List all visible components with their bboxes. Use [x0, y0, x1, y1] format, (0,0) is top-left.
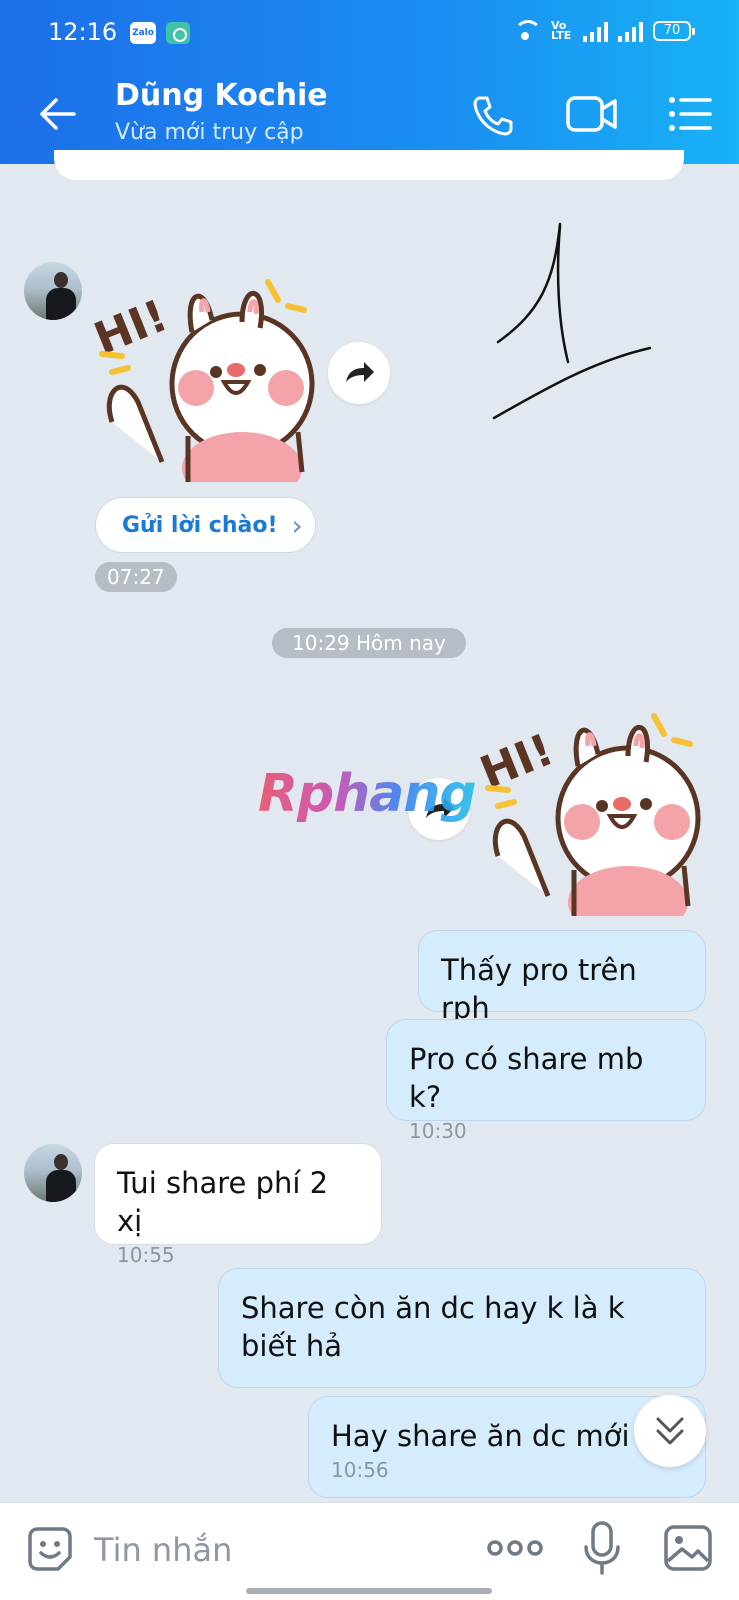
home-indicator[interactable]	[246, 1588, 492, 1594]
message-time: 10:56	[331, 1458, 389, 1482]
share-button[interactable]	[328, 342, 390, 404]
scroll-to-bottom-button[interactable]	[634, 1395, 706, 1467]
message-text: Pro có share mb k?	[409, 1042, 644, 1114]
handwritten-scribble-annotation	[492, 222, 652, 420]
microphone-icon	[584, 1521, 620, 1575]
arrow-left-icon	[40, 98, 76, 130]
smiley-sticker-icon	[28, 1527, 72, 1571]
more-options-button[interactable]	[486, 1533, 544, 1563]
message-bubble-outgoing[interactable]: Share còn ăn dc hay k là k biết hả	[218, 1268, 706, 1388]
video-camera-icon	[566, 96, 617, 132]
message-input[interactable]	[94, 1525, 474, 1575]
send-greeting-label: Gửi lời chào!	[122, 512, 278, 538]
message-bubble-incoming[interactable]: Tui share phí 2 xị 10:55	[94, 1143, 382, 1267]
emoji-sticker-button[interactable]	[24, 1523, 76, 1575]
options-menu-button[interactable]	[668, 94, 712, 134]
image-gallery-button[interactable]	[662, 1523, 714, 1573]
sticker-timestamp: 07:27	[95, 562, 177, 592]
status-bar: 12:16 Zalo Vo LTE 70	[0, 0, 739, 66]
message-bubble-outgoing[interactable]: Thấy pro trên rph	[418, 930, 706, 1025]
watermark-logo: Rphang	[258, 764, 477, 824]
contact-status: Vừa mới truy cập	[115, 120, 304, 145]
contact-avatar-2[interactable]	[24, 1144, 82, 1202]
voice-message-button[interactable]	[580, 1519, 624, 1579]
message-text: Tui share phí 2 xị	[117, 1166, 329, 1238]
date-separator: 10:29 Hôm nay	[272, 628, 466, 658]
previous-message-card	[54, 150, 684, 180]
signal-icon	[583, 20, 608, 42]
hi-bunny-sticker-sent[interactable]: HI!	[478, 706, 708, 916]
phone-icon	[473, 96, 513, 136]
zalo-app-icon: Zalo	[130, 22, 156, 44]
status-time: 12:16	[48, 18, 118, 46]
message-time: 10:30	[409, 1119, 467, 1143]
send-greeting-button[interactable]: Gửi lời chào! ›	[95, 497, 316, 553]
message-text: Thấy pro trên rph	[441, 953, 637, 1025]
image-icon	[664, 1525, 712, 1571]
message-text: Share còn ăn dc hay k là k biết hả	[241, 1291, 625, 1363]
signal-icon-2	[618, 20, 643, 42]
message-bubble-outgoing[interactable]: Pro có share mb k? 10:30	[386, 1019, 706, 1143]
forward-arrow-icon	[346, 362, 374, 382]
battery-icon: 70	[653, 21, 695, 41]
double-chevron-down-icon	[656, 1417, 684, 1445]
message-time: 10:55	[117, 1243, 175, 1267]
volte-icon: Vo LTE	[551, 19, 572, 42]
message-input-bar	[0, 1502, 739, 1600]
wifi-icon	[513, 20, 542, 42]
voice-call-button[interactable]	[470, 92, 516, 138]
message-text: Hay share ăn dc mới	[331, 1419, 630, 1453]
ellipsis-icon	[487, 1540, 543, 1556]
chevron-right-icon: ›	[291, 508, 303, 542]
contact-avatar[interactable]	[24, 262, 82, 320]
app-header: 12:16 Zalo Vo LTE 70 Dũng Kochie Vừa mới…	[0, 0, 739, 164]
notification-app-icon	[166, 22, 190, 44]
video-call-button[interactable]	[566, 94, 618, 134]
hi-bunny-sticker[interactable]: HI!	[92, 272, 322, 482]
back-button[interactable]	[36, 92, 80, 136]
contact-name[interactable]: Dũng Kochie	[115, 78, 328, 113]
list-menu-icon	[669, 97, 712, 131]
